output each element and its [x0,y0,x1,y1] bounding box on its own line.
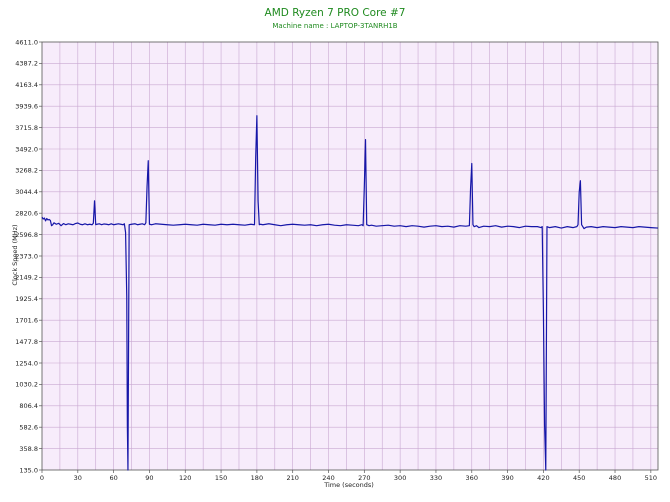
x-tick-label: 480 [609,474,621,482]
x-tick-label: 90 [145,474,153,482]
x-tick-label: 420 [537,474,549,482]
y-tick-label: 3939.6 [15,103,38,111]
x-tick-label: 120 [179,474,191,482]
y-tick-label: 2820.6 [15,210,38,218]
chart: AMD Ryzen 7 PRO Core #7 Machine name : L… [11,7,659,489]
y-axis-ticks: 135.0 358.8 582.6 806.4 1030.2 1254.0 1477.8 17… [15,38,42,474]
y-tick-label: 1701.6 [15,317,38,325]
y-tick-label: 1477.8 [15,338,38,346]
y-tick-label: 3492.0 [15,145,38,153]
x-tick-label: 60 [109,474,117,482]
x-tick-label: 360 [466,474,478,482]
x-tick-label: 300 [394,474,406,482]
y-tick-label: 4611.0 [15,38,38,46]
y-tick-label: 3715.8 [15,124,38,132]
y-tick-label: 135.0 [19,466,38,474]
y-tick-label: 3268.2 [15,167,38,175]
x-tick-label: 390 [501,474,513,482]
grid [42,42,658,470]
x-tick-label: 150 [215,474,227,482]
x-tick-label: 30 [74,474,82,482]
x-tick-label: 180 [251,474,263,482]
y-tick-label: 3044.4 [15,188,38,196]
y-tick-label: 1030.2 [15,381,38,389]
y-tick-label: 582.6 [19,424,38,432]
y-tick-label: 806.4 [19,402,38,410]
chart-title: AMD Ryzen 7 PRO Core #7 [265,7,406,19]
y-tick-label: 4387.2 [15,60,38,68]
x-tick-label: 210 [286,474,298,482]
x-tick-label: 330 [430,474,442,482]
x-tick-label: 510 [645,474,657,482]
y-axis-label: Clock Speed (MHz) [11,224,19,285]
y-tick-label: 1254.0 [15,359,38,367]
y-tick-label: 1925.4 [15,295,38,303]
y-tick-label: 358.8 [19,445,38,453]
x-axis-label: Time (seconds) [323,481,374,489]
x-tick-label: 450 [573,474,585,482]
chart-subtitle: Machine name : LAPTOP-3TANRH1B [272,22,397,30]
y-tick-label: 4163.4 [15,81,38,89]
x-tick-label: 0 [40,474,44,482]
